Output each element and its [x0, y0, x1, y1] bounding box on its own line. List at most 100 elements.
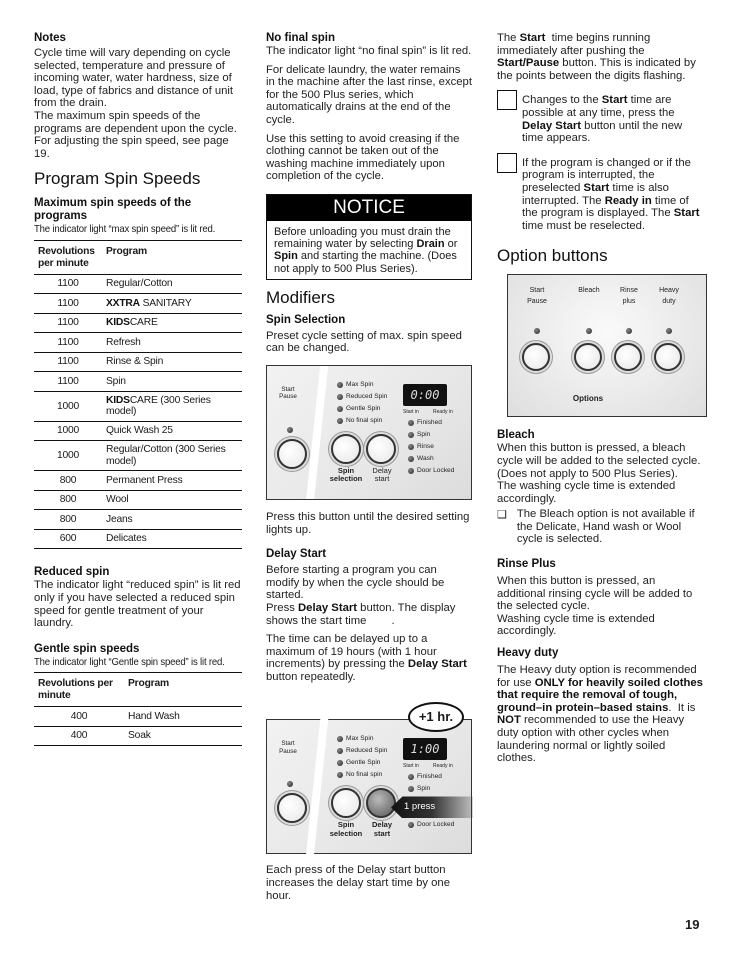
- program-cell: Quick Wash 25: [106, 425, 173, 437]
- heavy-duty-heading: Heavy duty: [497, 647, 559, 660]
- start-pause-label: Start Pause: [279, 385, 297, 401]
- gentle-spin-caption: The indicator light “Gentle spin speed” …: [34, 656, 225, 668]
- table-row: 1000 Regular/Cotton (300 Series model): [34, 440, 242, 471]
- rinse-plus-heading: Rinse Plus: [497, 558, 556, 571]
- program-cell: Hand Wash: [128, 710, 180, 722]
- spin-selection-label: Spin selection: [329, 820, 363, 838]
- program-cell: Wool: [106, 494, 129, 506]
- option-knob: [654, 343, 682, 372]
- table-row: 1100 Rinse & Spin: [34, 352, 242, 372]
- ready-in-label: Ready in: [433, 408, 453, 415]
- status-led: [408, 467, 414, 474]
- delay-start-p2: Press Delay Start button. The display sh…: [266, 601, 459, 627]
- options-caption: Options: [572, 394, 604, 404]
- status-label: Finished: [417, 773, 442, 781]
- delay-start-after: Each press of the Delay start button inc…: [266, 864, 450, 902]
- program-cell: Delicates: [106, 533, 147, 545]
- status-label: Finished: [417, 418, 442, 426]
- start-time-paragraph: The Start time begins running immediatel…: [497, 32, 696, 82]
- status-led: [408, 419, 414, 426]
- reduced-spin-text: The indicator light “reduced spin” is li…: [34, 579, 241, 630]
- status-led: [408, 822, 414, 829]
- start-pause-led: [287, 426, 293, 433]
- rpm-cell: 600: [59, 533, 77, 545]
- program-cell: Permanent Press: [106, 474, 183, 486]
- header-rpm: Revolutions per minute: [38, 245, 95, 269]
- spin-option-led: [337, 736, 343, 743]
- rpm-cell: 1100: [57, 375, 79, 387]
- rinse-plus-text: When this button is pressed, an addition…: [497, 575, 693, 638]
- status-label: Door Locked: [417, 821, 455, 829]
- modifiers-title: Modifiers: [266, 287, 335, 307]
- program-cell: Regular/Cotton (300 Series model): [106, 444, 226, 467]
- spin-selection-heading: Spin Selection: [266, 313, 346, 326]
- spin-option-led: [337, 405, 343, 412]
- spin-option-label: Gentle Spin: [346, 404, 381, 412]
- delay-start-label: Delay start: [371, 820, 392, 838]
- delay-start-p1: Before starting a program you can modify…: [266, 564, 445, 602]
- spin-option-label: Gentle Spin: [346, 759, 381, 767]
- option-knob: [614, 343, 642, 372]
- heavy-duty-text: The Heavy duty option is recommended for…: [497, 664, 703, 765]
- spin-option-label: Max Spin: [346, 380, 374, 388]
- option-buttons-panel: Start Pause Bleach Rinse plus Heavy duty Op…: [507, 274, 707, 418]
- option-label: Start Pause: [527, 287, 547, 306]
- section-title-program-spin-speeds: Program Spin Speeds: [34, 169, 201, 189]
- spin-option-label: Reduced Spin: [346, 747, 388, 755]
- notes-heading: Notes: [34, 32, 66, 44]
- table-row: 1100 Spin: [34, 371, 242, 392]
- notice-body: Before unloading you must drain the rema…: [274, 225, 458, 275]
- start-pause-label: Start Pause: [279, 740, 297, 755]
- no-final-spin-heading: No final spin: [266, 32, 335, 44]
- time-display: 0:00: [403, 383, 447, 406]
- start-in-label: Start in: [403, 408, 419, 415]
- column-middle: No final spin The indicator light “no fi…: [266, 32, 473, 902]
- table-row: 1100 Regular/Cotton: [34, 274, 242, 294]
- option-buttons-title: Option buttons: [497, 246, 608, 266]
- gentle-spin-heading: Gentle spin speeds: [34, 642, 140, 655]
- gentle-spin-table: Revolutions per minute Program 400 Hand W…: [34, 672, 242, 746]
- rpm-cell: 1000: [56, 400, 80, 412]
- header-program: Program: [128, 678, 169, 690]
- status-label: Spin: [417, 430, 431, 438]
- option-label: Rinse plus: [620, 287, 638, 306]
- status-label: Door Locked: [417, 466, 455, 474]
- delay-start-p3: The time can be delayed up to a maximum …: [266, 633, 467, 683]
- delay-start-knob-pressed: [366, 788, 396, 819]
- spin-selection-text: Preset cycle setting of max. spin speed …: [266, 329, 462, 355]
- max-spin-table: Revolutions per minute Program 1100 Regul…: [34, 240, 242, 550]
- program-cell: Soak: [128, 730, 151, 742]
- program-cell: Refresh: [106, 336, 141, 348]
- spin-option-led: [337, 417, 343, 424]
- rpm-cell: 1100: [57, 278, 79, 290]
- program-cell: Rinse & Spin: [106, 356, 164, 368]
- spin-option-label: Max Spin: [346, 735, 374, 743]
- spin-option-led: [337, 772, 343, 779]
- column-right: The Start time begins running immediatel…: [497, 32, 707, 765]
- status-label: Spin: [417, 785, 431, 793]
- max-spin-caption: The indicator light “max spin speed” is …: [34, 224, 216, 236]
- status-led: [408, 443, 414, 450]
- program-cell: Spin: [106, 375, 126, 387]
- note-interrupted-text: If the program is changed or if the prog…: [522, 156, 700, 232]
- spin-selection-knob: [331, 433, 361, 464]
- table-row: 1000 Quick Wash 25: [34, 421, 242, 441]
- bleach-text: When this button is pressed, a bleach cy…: [497, 442, 701, 505]
- delay-start-label: Delay start: [372, 465, 392, 484]
- bleach-heading: Bleach: [497, 429, 535, 442]
- option-label: Heavy duty: [659, 287, 679, 306]
- rpm-cell: 800: [59, 474, 77, 486]
- notice-box: NOTICE Before unloading you must drain t…: [266, 193, 472, 280]
- note-box-icon: [497, 90, 517, 111]
- table-row: 600 Delicates: [34, 529, 242, 549]
- rpm-cell: 800: [59, 513, 77, 525]
- one-press-arrow: 1 press: [391, 796, 473, 819]
- table-row: 800 Permanent Press: [34, 470, 242, 491]
- delay-start-heading: Delay Start: [266, 548, 327, 561]
- note-interrupted: If the program is changed or if the prog…: [497, 152, 705, 233]
- spin-option-label: No final spin: [346, 416, 383, 424]
- rpm-cell: 800: [59, 494, 77, 506]
- spin-selection-label: Spin selection: [329, 465, 363, 484]
- table-row: 400 Soak: [34, 726, 242, 746]
- status-led: [408, 455, 414, 462]
